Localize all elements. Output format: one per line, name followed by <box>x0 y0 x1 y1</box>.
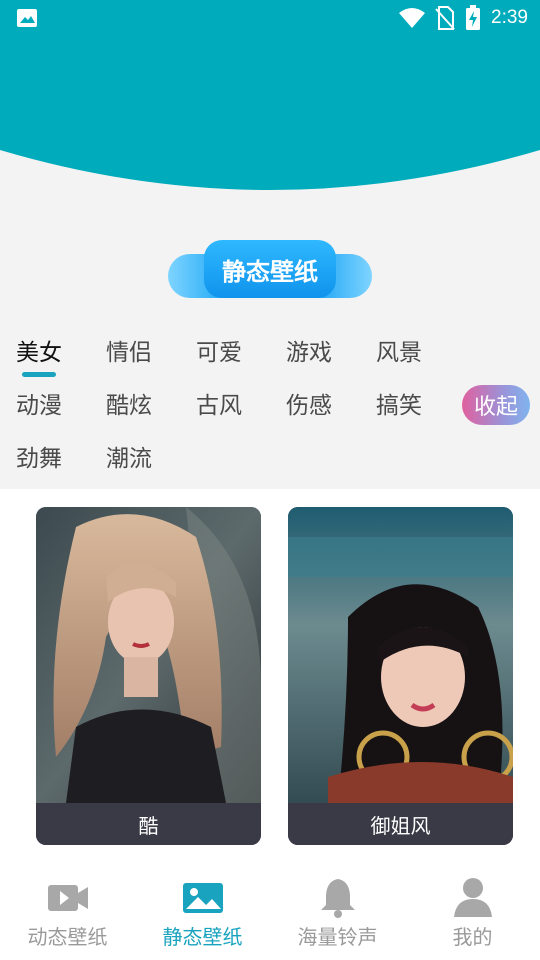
nav-item-ringtones[interactable]: 海量铃声 <box>270 861 405 960</box>
category-tab[interactable]: 动漫 <box>16 379 62 433</box>
wifi-icon <box>399 8 426 28</box>
category-tab[interactable]: 酷炫 <box>106 379 152 433</box>
category-tab[interactable]: 伤感 <box>286 379 332 433</box>
page-title-badge: 静态壁纸 <box>168 240 372 298</box>
category-tab[interactable]: 劲舞 <box>16 432 62 486</box>
category-tab[interactable]: 情侣 <box>106 326 152 380</box>
page-title: 静态壁纸 <box>222 257 318 286</box>
bell-icon <box>321 879 355 918</box>
image-icon <box>17 9 37 27</box>
nav-label: 动态壁纸 <box>27 925 108 949</box>
wallpaper-thumbnail <box>36 507 261 803</box>
category-tab[interactable]: 潮流 <box>106 432 152 486</box>
bottom-navigation: 动态壁纸 静态壁纸 海量铃声 我的 <box>0 861 540 960</box>
category-tab[interactable]: 风景 <box>376 326 422 380</box>
category-tab[interactable]: 可爱 <box>196 326 242 380</box>
person-icon <box>454 878 492 917</box>
collapse-button[interactable]: 收起 <box>462 385 530 425</box>
picture-icon <box>183 883 223 913</box>
nav-label: 静态壁纸 <box>162 925 243 949</box>
category-tab[interactable]: 游戏 <box>286 326 332 380</box>
status-bar: 2:39 <box>0 0 540 38</box>
nav-item-static-wallpaper[interactable]: 静态壁纸 <box>135 861 270 960</box>
wallpaper-card[interactable]: 御姐风 <box>288 507 513 845</box>
battery-charging-icon <box>466 5 481 30</box>
nav-label: 我的 <box>452 925 493 949</box>
active-category-indicator <box>22 372 56 377</box>
category-tab[interactable]: 古风 <box>196 379 242 433</box>
wallpaper-thumbnail <box>288 507 513 803</box>
status-time: 2:39 <box>491 7 528 28</box>
category-tab[interactable]: 搞笑 <box>376 379 422 433</box>
no-sim-icon <box>435 6 455 30</box>
wallpaper-caption: 酷 <box>36 803 261 845</box>
status-right: 2:39 <box>399 4 528 32</box>
wallpaper-grid: 酷 御姐风 <box>0 489 540 861</box>
nav-item-dynamic-wallpaper[interactable]: 动态壁纸 <box>0 861 135 960</box>
nav-item-mine[interactable]: 我的 <box>405 861 540 960</box>
nav-label: 海量铃声 <box>297 925 378 949</box>
wallpaper-caption: 御姐风 <box>288 803 513 845</box>
video-camera-icon <box>48 885 88 911</box>
wallpaper-card[interactable]: 酷 <box>36 507 261 845</box>
